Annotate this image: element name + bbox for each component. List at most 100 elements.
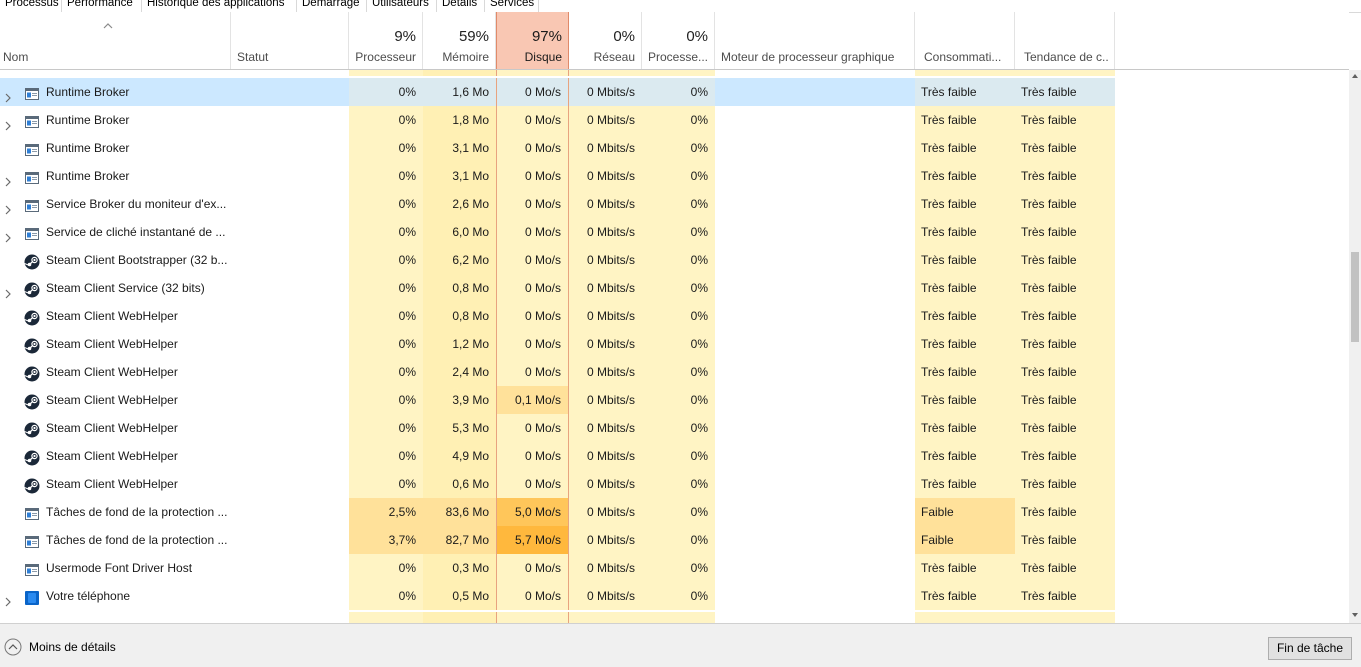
app-window-icon: [24, 84, 40, 100]
table-row[interactable]: Votre téléphone 0% 0,5 Mo 0 Mo/s 0 Mbits/s 0%…: [0, 582, 1349, 610]
header-status[interactable]: Statut: [231, 12, 349, 69]
process-name-cell[interactable]: Steam Client WebHelper: [0, 470, 231, 498]
process-name-cell[interactable]: Steam Client WebHelper: [0, 330, 231, 358]
vertical-scrollbar[interactable]: [1349, 70, 1361, 623]
process-name: Steam Client WebHelper: [46, 421, 178, 435]
memory-cell: 1,6 Mo: [423, 78, 496, 106]
process-name-cell[interactable]: Tâches de fond de la protection ...: [0, 498, 231, 526]
chevron-right-icon[interactable]: [3, 114, 13, 131]
process-name-cell[interactable]: Steam Client Bootstrapper (32 b...: [0, 246, 231, 274]
process-name-cell[interactable]: Steam Client Service (32 bits): [0, 274, 231, 302]
cpu-cell: 0%: [349, 358, 423, 386]
process-name: Steam Client WebHelper: [46, 393, 178, 407]
tab-services[interactable]: Services: [485, 0, 539, 12]
cpu-cell: 0%: [349, 582, 423, 610]
tab-processes[interactable]: Processus: [0, 0, 62, 12]
table-row[interactable]: Steam Client WebHelper 0% 0,8 Mo 0 Mo/s 0 Mb…: [0, 302, 1349, 330]
table-row[interactable]: Service de cliché instantané de ... 0% 6,0…: [0, 218, 1349, 246]
process-name: Runtime Broker: [46, 85, 130, 99]
end-task-button[interactable]: Fin de tâche: [1268, 637, 1352, 660]
process-name-cell[interactable]: Runtime Broker: [0, 134, 231, 162]
network-cell: 0 Mbits/s: [569, 134, 642, 162]
process-name-cell[interactable]: Tâches de fond de la protection ...: [0, 526, 231, 554]
process-name-cell[interactable]: Steam Client WebHelper: [0, 386, 231, 414]
table-row-partial-bottom: [0, 612, 1349, 623]
process-name-cell[interactable]: Steam Client WebHelper: [0, 414, 231, 442]
steam-icon: [24, 336, 40, 354]
gpu-engine-cell: [715, 526, 915, 554]
gpu-engine-cell: [715, 442, 915, 470]
process-name-cell[interactable]: Steam Client WebHelper: [0, 358, 231, 386]
steam-icon: [24, 476, 40, 494]
gpu-cell: 0%: [642, 218, 715, 246]
table-row[interactable]: Tâches de fond de la protection ... 3,7% 8…: [0, 526, 1349, 554]
tab-performance[interactable]: Performance: [62, 0, 142, 12]
gpu-engine-cell: [715, 358, 915, 386]
table-row[interactable]: Runtime Broker 0% 1,8 Mo 0 Mo/s 0 Mbits/s 0% T…: [0, 106, 1349, 134]
network-cell: 0 Mbits/s: [569, 246, 642, 274]
tab-users[interactable]: Utilisateurs: [367, 0, 437, 12]
table-row[interactable]: Steam Client WebHelper 0% 5,3 Mo 0 Mo/s 0 Mb…: [0, 414, 1349, 442]
network-cell: 0 Mbits/s: [569, 470, 642, 498]
process-name-cell[interactable]: Runtime Broker: [0, 106, 231, 134]
sort-up-icon: [103, 23, 113, 29]
header-disk[interactable]: 97% Disque: [496, 12, 569, 69]
process-name-cell[interactable]: Runtime Broker: [0, 78, 231, 106]
gpu-cell: 0%: [642, 386, 715, 414]
memory-cell: 1,8 Mo: [423, 106, 496, 134]
table-row[interactable]: Runtime Broker 0% 3,1 Mo 0 Mo/s 0 Mbits/s 0% T…: [0, 134, 1349, 162]
header-gpu[interactable]: 0% Processe...: [642, 12, 715, 69]
process-name-cell[interactable]: Steam Client WebHelper: [0, 302, 231, 330]
chevron-right-icon[interactable]: [3, 226, 13, 243]
tab-details[interactable]: Détails: [437, 0, 485, 12]
scroll-down-icon[interactable]: [1351, 611, 1359, 619]
header-name[interactable]: Nom: [0, 12, 231, 69]
status-cell: [231, 106, 349, 134]
table-row[interactable]: Tâches de fond de la protection ... 2,5% 8…: [0, 498, 1349, 526]
process-name-cell[interactable]: Usermode Font Driver Host: [0, 554, 231, 582]
table-row[interactable]: Service Broker du moniteur d'ex... 0% 2,6 …: [0, 190, 1349, 218]
header-power-trend[interactable]: Tendance de c...: [1015, 12, 1115, 69]
disk-cell: 0 Mo/s: [496, 162, 569, 190]
table-row[interactable]: Steam Client WebHelper 0% 0,6 Mo 0 Mo/s 0 Mb…: [0, 470, 1349, 498]
chevron-right-icon[interactable]: [3, 590, 13, 607]
status-cell: [231, 162, 349, 190]
table-row[interactable]: Runtime Broker 0% 1,6 Mo 0 Mo/s 0 Mbits/s 0% T…: [0, 78, 1349, 106]
disk-cell: 0 Mo/s: [496, 414, 569, 442]
table-row[interactable]: Steam Client WebHelper 0% 4,9 Mo 0 Mo/s 0 Mb…: [0, 442, 1349, 470]
process-name-cell[interactable]: Service Broker du moniteur d'ex...: [0, 190, 231, 218]
memory-cell: 83,6 Mo: [423, 498, 496, 526]
cpu-cell: 3,7%: [349, 526, 423, 554]
chevron-right-icon[interactable]: [3, 198, 13, 215]
tab-startup[interactable]: Démarrage: [297, 0, 367, 12]
scroll-up-icon[interactable]: [1351, 72, 1359, 80]
table-row[interactable]: Steam Client Bootstrapper (32 b... 0% 6,2 …: [0, 246, 1349, 274]
header-disk-label: Disque: [524, 50, 562, 64]
table-row[interactable]: Steam Client Service (32 bits) 0% 0,8 Mo 0 …: [0, 274, 1349, 302]
header-gpu-engine[interactable]: Moteur de processeur graphique: [715, 12, 915, 69]
chevron-right-icon[interactable]: [3, 282, 13, 299]
disk-cell: 0 Mo/s: [496, 330, 569, 358]
header-power-usage[interactable]: Consommati...: [915, 12, 1015, 69]
process-name-cell[interactable]: Votre téléphone: [0, 582, 231, 610]
tab-app-history[interactable]: Historique des applications: [142, 0, 297, 12]
table-row[interactable]: Steam Client WebHelper 0% 3,9 Mo 0,1 Mo/s 0 …: [0, 386, 1349, 414]
app-window-icon: [24, 560, 40, 576]
process-name-cell[interactable]: Service de cliché instantané de ...: [0, 218, 231, 246]
process-name-cell[interactable]: Steam Client WebHelper: [0, 442, 231, 470]
process-name-cell[interactable]: Runtime Broker: [0, 162, 231, 190]
table-row[interactable]: Steam Client WebHelper 0% 2,4 Mo 0 Mo/s 0 Mb…: [0, 358, 1349, 386]
header-network[interactable]: 0% Réseau: [569, 12, 642, 69]
table-row[interactable]: Steam Client WebHelper 0% 1,2 Mo 0 Mo/s 0 Mb…: [0, 330, 1349, 358]
gpu-cell: 0%: [642, 162, 715, 190]
column-header: Nom Statut 9% Processeur 59% Mémoire 97%…: [0, 12, 1349, 70]
header-memory[interactable]: 59% Mémoire: [423, 12, 496, 69]
chevron-right-icon[interactable]: [3, 86, 13, 103]
scrollbar-thumb[interactable]: [1351, 252, 1359, 342]
process-name: Usermode Font Driver Host: [46, 561, 193, 575]
header-cpu[interactable]: 9% Processeur: [349, 12, 423, 69]
chevron-right-icon[interactable]: [3, 170, 13, 187]
table-row[interactable]: Usermode Font Driver Host 0% 0,3 Mo 0 Mo/s 0…: [0, 554, 1349, 582]
table-row[interactable]: Runtime Broker 0% 3,1 Mo 0 Mo/s 0 Mbits/s 0% T…: [0, 162, 1349, 190]
gpu-cell: 0%: [642, 414, 715, 442]
